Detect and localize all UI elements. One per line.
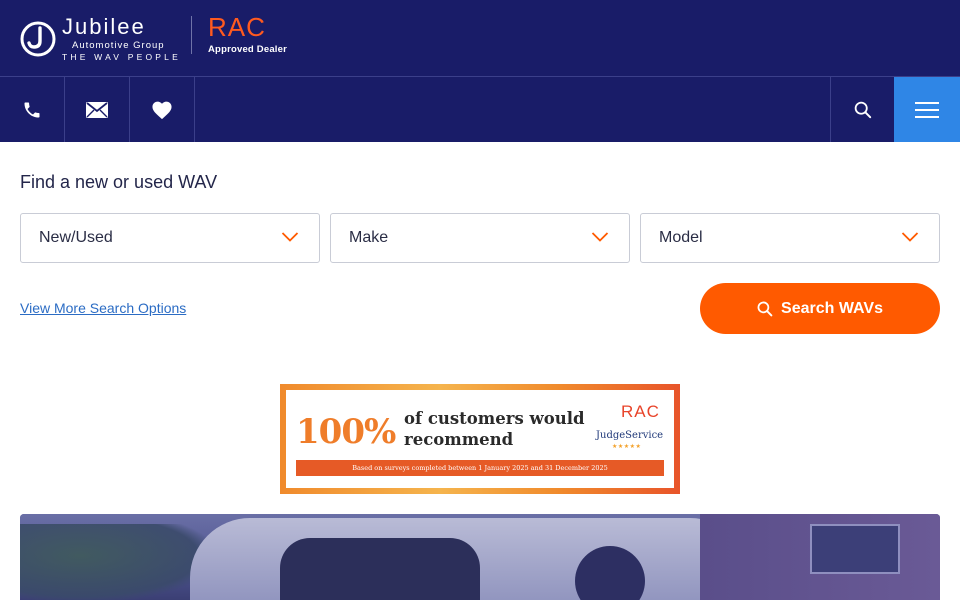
judgeservice-logo: JudgeService (596, 430, 664, 441)
chevron-down-icon (901, 232, 919, 242)
search-icon (854, 101, 871, 118)
banner-percent: 100% (296, 412, 396, 452)
site-header: Jubilee Automotive Group THE WAV PEOPLE … (0, 0, 960, 76)
chevron-down-icon (591, 232, 609, 242)
logo-name: Jubilee (62, 14, 146, 39)
new-used-select-label: New/Used (39, 229, 113, 246)
chevron-down-icon (281, 232, 299, 242)
make-select-label: Make (349, 229, 389, 246)
header-search-button[interactable] (830, 77, 894, 142)
new-used-select[interactable]: New/Used (20, 213, 320, 263)
phone-icon (24, 102, 40, 117)
rating-stars: ★★★★★ (612, 444, 642, 450)
view-more-search-options-link[interactable]: View More Search Options (20, 300, 186, 316)
banner-text: of customers would recommend (404, 408, 585, 450)
email-button[interactable] (65, 77, 130, 142)
hero-image (20, 514, 940, 600)
icon-nav-bar (0, 76, 960, 142)
banner-line-2: recommend (404, 430, 514, 449)
jubilee-logo[interactable]: Jubilee Automotive Group THE WAV PEOPLE (20, 16, 181, 61)
rac-approved-logo: RAC Approved Dealer (208, 14, 287, 55)
search-icon (757, 301, 773, 316)
model-select-label: Model (659, 229, 703, 246)
favourites-button[interactable] (130, 77, 195, 142)
make-select[interactable]: Make (330, 213, 630, 263)
jubilee-logo-icon (20, 21, 56, 56)
menu-button[interactable] (894, 77, 960, 142)
banner-rac-logo: RAC (621, 402, 660, 421)
model-select[interactable]: Model (640, 213, 940, 263)
search-wavs-label: Search WAVs (781, 299, 883, 317)
search-wavs-button[interactable]: Search WAVs (700, 283, 940, 334)
search-title: Find a new or used WAV (20, 172, 218, 192)
banner-footnote: Based on surveys completed between 1 Jan… (296, 460, 664, 476)
phone-button[interactable] (0, 77, 65, 142)
heart-icon (152, 101, 172, 119)
rac-wordmark: RAC (208, 12, 266, 42)
logo-tagline: THE WAV PEOPLE (62, 51, 181, 62)
rac-approved-label: Approved Dealer (208, 44, 288, 55)
logo-subtitle: Automotive Group (72, 40, 165, 51)
banner-line-1: of customers would (404, 409, 585, 428)
menu-icon (915, 101, 939, 118)
recommend-banner[interactable]: 100% of customers would recommend RAC Ju… (280, 384, 680, 494)
mail-icon (86, 101, 108, 118)
header-divider (191, 16, 192, 54)
